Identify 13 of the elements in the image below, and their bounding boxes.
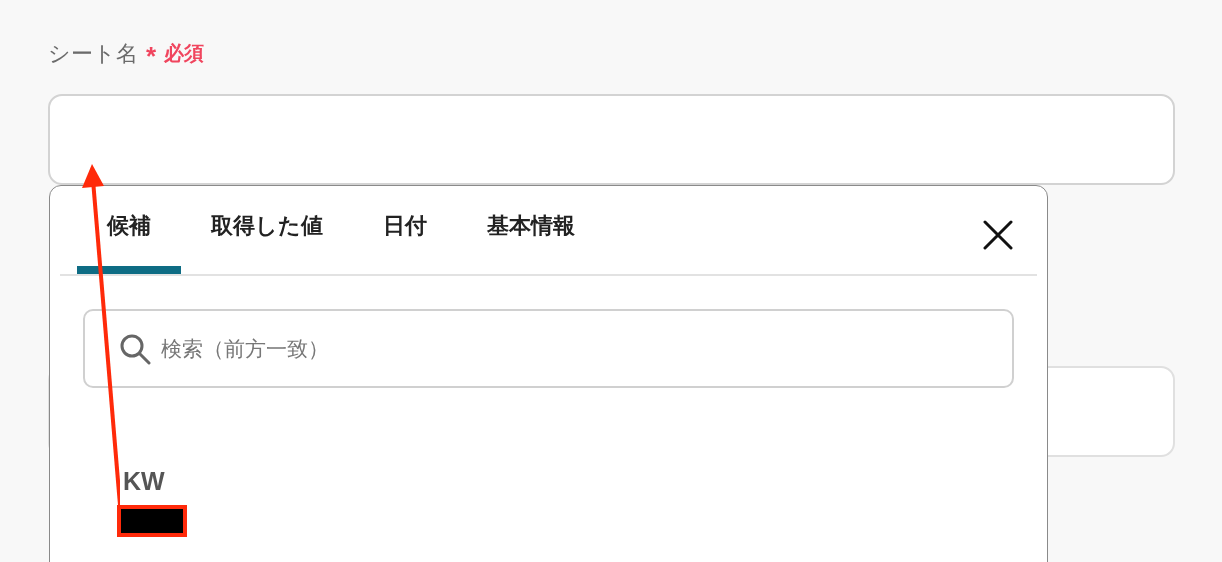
input-field[interactable] (48, 94, 1175, 185)
search-field[interactable]: 検索（前方一致） (83, 309, 1014, 388)
search-input[interactable]: 検索（前方一致） (161, 332, 1012, 365)
tab[interactable]: 基本情報 (457, 184, 605, 274)
close-icon[interactable] (983, 220, 1013, 250)
redaction-box (117, 505, 187, 537)
required-asterisk: * (146, 43, 157, 69)
field-label: シート名 (48, 39, 138, 68)
tab[interactable]: 取得した値 (181, 184, 353, 274)
list-item[interactable]: KW (123, 463, 1037, 501)
required-label: 必須 (164, 41, 205, 66)
tab[interactable]: 日付 (353, 184, 457, 274)
search-icon (119, 332, 151, 365)
